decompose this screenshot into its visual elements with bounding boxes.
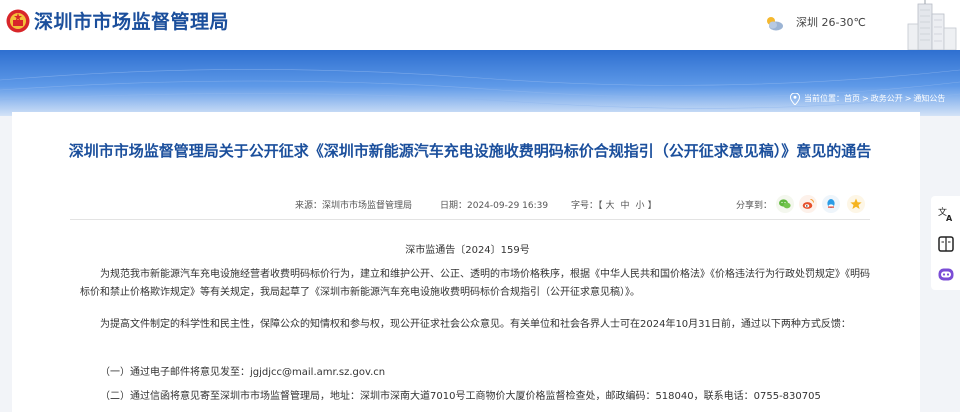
font-size-label: 字号：【 [571, 201, 603, 211]
article-source: 来源：深圳市市场监督管理局 [295, 201, 413, 211]
article-paragraph: 为规范我市新能源汽车充电设施经营者收费明码标价行为，建立和维护公开、公正、透明的… [80, 269, 870, 298]
share-weibo-button[interactable] [799, 195, 817, 213]
breadcrumb-item-notices[interactable]: 通知公告 [913, 92, 945, 106]
reader-icon[interactable] [936, 234, 956, 254]
svg-text:A: A [946, 214, 953, 223]
article-title: 深圳市市场监督管理局关于公开征求《深圳市新能源汽车充电设施收费明码标价合规指引（… [68, 142, 872, 160]
document-number: 深市监通告〔2024〕159号 [405, 245, 530, 256]
font-size-close: 】 [647, 201, 657, 211]
meta-divider [70, 219, 870, 220]
assistant-robot-icon[interactable] [936, 264, 956, 284]
site-title[interactable]: 深圳市市场监督管理局 [34, 10, 229, 34]
article-paragraph-mail: （二）通过信函将意见寄至深圳市市场监督管理局，地址：深圳市深南大道7010号工商… [100, 391, 821, 402]
font-size-small-button[interactable]: 小 [636, 201, 645, 211]
banner-decoration [0, 69, 960, 109]
article-paragraph: 为提高文件制定的科学性和民主性，保障公众的知情权和参与权，现公开征求社会公众意见… [100, 319, 851, 330]
breadcrumb-item-home[interactable]: 首页 [844, 92, 860, 106]
breadcrumb-item-government-affairs[interactable]: 政务公开 [871, 92, 903, 106]
article-paragraph-email[interactable]: （一）通过电子邮件将意见发至：jgjdjcc@mail.amr.sz.gov.c… [80, 364, 870, 382]
share-label: 分享到： [736, 201, 773, 211]
translate-icon[interactable]: 文 A [936, 204, 956, 224]
font-size-large-button[interactable]: 大 [606, 201, 615, 211]
share-qq-button[interactable] [822, 195, 840, 213]
city-building-illustration [907, 0, 957, 50]
government-emblem-icon [6, 9, 30, 33]
wechat-icon [779, 199, 791, 209]
breadcrumb: 当前位置： 首页 > 政务公开 > 通知公告 [790, 92, 945, 106]
share-wechat-button[interactable] [776, 195, 794, 213]
breadcrumb-separator: > [904, 94, 912, 103]
qzone-star-icon [850, 198, 862, 209]
weather-text: 深圳 26-30℃ [796, 16, 866, 29]
font-size-medium-button[interactable]: 中 [621, 201, 630, 211]
weibo-icon [802, 199, 814, 209]
breadcrumb-separator: > [862, 94, 869, 103]
breadcrumb-prefix: 当前位置： [804, 94, 844, 103]
location-pin-icon [790, 93, 800, 105]
site-header: 深圳市市场监督管理局 深圳 26-30℃ [0, 0, 960, 50]
qq-icon [827, 199, 835, 208]
font-size-control: 字号：【大中小】 [571, 199, 657, 213]
floating-toolbar: 文 A [931, 196, 960, 290]
partly-cloudy-icon [767, 17, 783, 31]
article-date: 日期：2024-09-29 16:39 [440, 201, 549, 211]
share-qzone-button[interactable] [847, 195, 865, 213]
